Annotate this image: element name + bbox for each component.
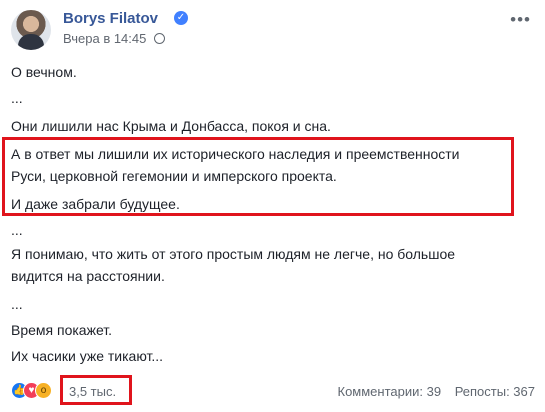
shares-count[interactable]: Репосты: 367 (455, 384, 535, 399)
highlight-box-text (2, 137, 514, 216)
post-line: Я понимаю, что жить от этого простым люд… (11, 246, 456, 262)
author-avatar[interactable] (11, 10, 51, 50)
wow-reaction-icon: o (35, 382, 52, 399)
post-line: ... (11, 296, 23, 312)
post-header: Borys Filatov ✓ Вчера в 14:45 ••• (11, 8, 535, 52)
post-line: ... (11, 222, 23, 238)
highlight-box-reactions (60, 375, 132, 405)
verified-badge-icon: ✓ (174, 11, 188, 25)
post-line: О вечном. (11, 64, 77, 80)
post-stats: Комментарии: 39 Репосты: 367 (338, 384, 536, 399)
globe-icon[interactable] (154, 33, 165, 44)
post-line: Время покажет. (11, 322, 113, 338)
post-line: Они лишили нас Крыма и Донбасса, покоя и… (11, 118, 331, 134)
post-meta: Вчера в 14:45 (63, 31, 165, 46)
more-options-icon[interactable]: ••• (510, 10, 531, 30)
author-name[interactable]: Borys Filatov (63, 10, 158, 27)
post-timestamp[interactable]: Вчера в 14:45 (63, 31, 146, 46)
comments-count[interactable]: Комментарии: 39 (338, 384, 442, 399)
post-line: ... (11, 90, 23, 106)
post-line: Их часики уже тикают... (11, 348, 164, 364)
post-line: видится на расстоянии. (11, 268, 165, 284)
